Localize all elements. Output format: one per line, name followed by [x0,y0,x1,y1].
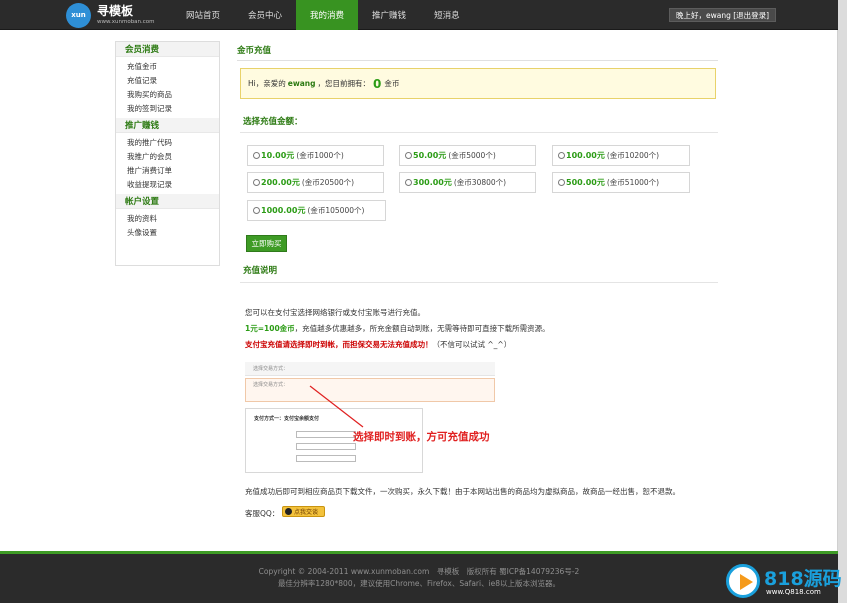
radio-button[interactable] [405,152,412,159]
radio-button[interactable] [405,179,412,186]
sidebar-item-signin-records[interactable]: 我的签到记录 [116,101,219,115]
top-navigation-bar: xun 寻模板 www.xunmoban.com 网站首页 会员中心 我的消费 … [0,0,838,30]
instruction-line-3: 支付宝充值请选择即时到帐，而担保交易无法充值成功！（不信可以试试 ^_^） [245,340,512,349]
notice-prefix: Hi，亲爱的 [248,79,286,88]
nav-member-center[interactable]: 会员中心 [234,0,296,30]
footer: Copyright © 2004-2011 www.xunmoban.com 寻… [0,551,838,603]
qq-icon [285,508,292,515]
sidebar-group-title: 会员消费 [116,42,219,57]
notice-unit: 金币 [384,79,400,88]
customer-service-qq-label: 客服QQ： [245,509,280,518]
logo-name: 寻模板 [97,3,134,18]
instruction-line-4: 充值成功后即可到相应商品页下载文件，一次购买，永久下载！由于本网站出售的商品均为… [245,487,680,496]
illustration-caption: 选择即时到账，方可充值成功 [353,431,490,443]
balance-notice: Hi，亲爱的 ewang ，您目前拥有： 0 金币 [240,68,716,99]
divider [237,60,718,61]
sidebar-item-promo-code[interactable]: 我的推广代码 [116,135,219,149]
sidebar-item-avatar[interactable]: 头像设置 [116,225,219,239]
logo-badge: xun [66,2,91,28]
footer-browser-note: 最佳分辨率1280*800，建议使用Chrome、Firefox、Safari、… [277,579,561,588]
site-logo[interactable]: xun 寻模板 www.xunmoban.com [66,2,155,28]
radio-button[interactable] [253,207,260,214]
radio-button[interactable] [253,152,260,159]
amount-option[interactable]: 1000.00元 (金币105000个) [247,200,386,221]
main-nav: 网站首页 会员中心 我的消费 推广赚钱 短消息 [172,0,474,30]
instruction-line-1: 您可以在支付宝选择网络银行或支付宝账号进行充值。 [245,308,425,317]
scrollbar-track[interactable] [838,0,847,603]
page: xun 寻模板 www.xunmoban.com 网站首页 会员中心 我的消费 … [0,0,838,603]
divider [240,282,718,283]
recharge-instructions-title: 充值说明 [243,266,278,276]
watermark-url: www.Q818.com [766,588,821,596]
sidebar-group-title: 帐户设置 [116,194,219,209]
sidebar-item-promoted-members[interactable]: 我推广的会员 [116,149,219,163]
sidebar-item-recharge-coins[interactable]: 充值金币 [116,59,219,73]
sidebar-item-profile[interactable]: 我的资料 [116,211,219,225]
watermark-logo: 818源码 www.Q818.com [726,562,846,600]
notice-username: ewang [287,79,316,88]
logo-url: www.xunmoban.com [97,18,155,25]
watermark-text: 818源码 [764,568,842,590]
arrow-icon [309,385,364,428]
divider [240,132,718,133]
choose-amount-title: 选择充值金额： [243,117,303,127]
amount-option[interactable]: 300.00元 (金币30800个) [399,172,536,193]
amount-option[interactable]: 50.00元 (金币5000个) [399,145,536,166]
buy-now-button[interactable]: 立即购买 [246,235,287,252]
sidebar-item-withdraw-records[interactable]: 收益提现记录 [116,177,219,191]
amount-option[interactable]: 500.00元 (金币51000个) [552,172,690,193]
nav-messages[interactable]: 短消息 [420,0,474,30]
nav-my-consumption[interactable]: 我的消费 [296,0,359,30]
notice-middle: ，您目前拥有： [317,79,371,88]
play-icon [726,564,760,598]
nav-home[interactable]: 网站首页 [172,0,234,30]
amount-option[interactable]: 10.00元 (金币1000个) [247,145,384,166]
sidebar-item-purchased-goods[interactable]: 我购买的商品 [116,87,219,101]
sidebar-group-title: 推广赚钱 [116,118,219,133]
amount-option[interactable]: 200.00元 (金币20500个) [247,172,384,193]
coin-balance: 0 [373,76,382,91]
alipay-instruction-image: 选择交易方式： 选择交易方式： 支付方式一：支付宝余额支付 选择即时到账，方可充… [245,359,495,473]
page-title: 金币充值 [237,46,272,56]
amount-option[interactable]: 100.00元 (金币10200个) [552,145,690,166]
radio-button[interactable] [253,179,260,186]
user-greeting-logout[interactable]: 晚上好，ewang [退出登录] [669,8,777,22]
radio-button[interactable] [558,179,565,186]
nav-promotion[interactable]: 推广赚钱 [358,0,420,30]
sidebar-item-recharge-records[interactable]: 充值记录 [116,73,219,87]
sidebar-item-promo-orders[interactable]: 推广消费订单 [116,163,219,177]
instruction-line-2: 1元=100金币，充值越多优惠越多，所充金额自动到账，无需等待即可直接下载所需资… [245,324,550,333]
footer-copyright: Copyright © 2004-2011 www.xunmoban.com 寻… [258,567,580,576]
sidebar: 会员消费 充值金币 充值记录 我购买的商品 我的签到记录 推广赚钱 我的推广代码… [115,41,220,266]
qq-chat-button[interactable]: 点我交谈 [282,506,325,517]
radio-button[interactable] [558,152,565,159]
